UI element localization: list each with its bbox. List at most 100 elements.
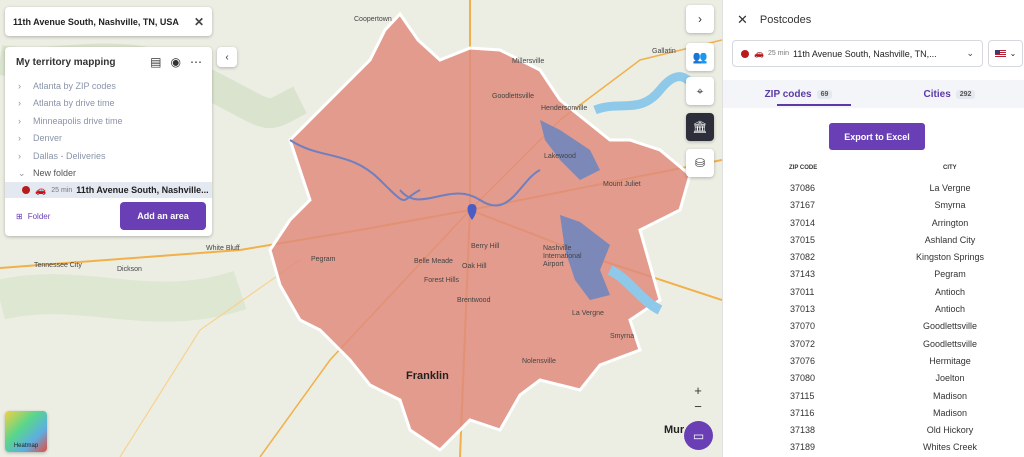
address-search-value: 11th Avenue South, Nashville, TN, USA [13, 16, 179, 27]
territory-item[interactable]: › Denver [5, 130, 212, 148]
chevron-right-icon: › [18, 98, 21, 109]
map-label-belle-meade: Belle Meade [414, 258, 453, 265]
table-row: 37143 Pegram [723, 269, 1024, 286]
zip-code-cell: 37015 [790, 234, 816, 245]
demographics-button[interactable]: 👥 [686, 43, 714, 71]
map-view-icon[interactable]: ▤ [150, 55, 161, 69]
zip-code-cell: 37070 [790, 321, 816, 332]
address-search-input[interactable]: 11th Avenue South, Nashville, TN, USA ✕ [5, 7, 212, 36]
table-row: 37138 Old Hickory [723, 425, 1024, 442]
city-cell: Goodlettsville [922, 338, 978, 349]
map-label-nashville-airport: Nashville International Airport [543, 245, 582, 268]
chevron-down-icon: ⌄ [966, 48, 974, 58]
zip-table: 37086 La Vergne 37167 Smyrna 37014 Arrington 3… [723, 183, 1024, 457]
camera-icon[interactable]: ◉ [171, 55, 181, 69]
add-area-button[interactable]: Add an area [120, 202, 206, 230]
heatmap-toggle[interactable]: Heatmap [5, 411, 47, 452]
zip-code-cell: 37011 [790, 286, 815, 297]
chevron-right-icon: › [18, 115, 21, 126]
chevron-left-icon: ‹ [225, 51, 229, 63]
zip-code-cell: 37138 [790, 425, 816, 436]
area-color-dot [741, 49, 749, 58]
table-row: 37014 Arrington [723, 218, 1024, 235]
map-label-franklin: Franklin [406, 370, 449, 382]
add-folder-button[interactable]: ⊞ Folder [16, 212, 50, 221]
country-selector[interactable]: ⌄ [988, 40, 1023, 67]
table-row: 37072 Goodlettsville [723, 339, 1024, 356]
zip-code-cell: 37014 [790, 217, 816, 228]
city-cell: Smyrna [934, 200, 966, 211]
zip-code-cell: 37082 [790, 252, 816, 263]
bank-icon: 🏛 [692, 120, 708, 134]
city-cell: Kingston Springs [915, 252, 985, 263]
export-excel-button[interactable]: Export to Excel [829, 123, 925, 150]
territory-item[interactable]: › Dallas - Deliveries [5, 147, 212, 165]
results-tabs: ZIP codes 69 Cities 292 [723, 80, 1024, 108]
close-panel-icon[interactable]: ✕ [737, 12, 748, 28]
map-pin-icon: ⌖ [696, 83, 704, 98]
map-label-berry-hill: Berry Hill [471, 243, 500, 250]
map-label-nolensville: Nolensville [522, 358, 556, 365]
zip-code-cell: 37143 [790, 269, 816, 280]
table-row: 37076 Hermitage [723, 356, 1024, 373]
area-name: 11th Avenue South, Nashville... [76, 185, 209, 195]
map-label-oak-hill: Oak Hill [462, 263, 487, 270]
count-badge: 292 [955, 89, 976, 99]
selector-address: 11th Avenue South, Nashville, TN,... [792, 48, 937, 59]
area-selector[interactable]: 🚗 25 min 11th Avenue South, Nashville, T… [732, 40, 983, 67]
chevron-right-icon: › [698, 12, 702, 26]
territory-item[interactable]: › Minneapolis drive time [5, 112, 212, 130]
table-row: 37116 Madison [723, 408, 1024, 425]
tab-cities[interactable]: Cities 292 [874, 80, 1024, 108]
city-cell: Madison [932, 390, 968, 401]
map-label-murfreesboro: Mur [664, 424, 685, 436]
chevron-right-icon: › [18, 150, 21, 161]
area-color-dot [22, 186, 30, 194]
map-label-la-vergne: La Vergne [572, 310, 604, 317]
zip-code-cell: 37013 [790, 304, 816, 315]
folder-item-new-folder[interactable]: ⌄ New folder [5, 165, 212, 183]
zip-code-cell: 37167 [790, 200, 816, 211]
location-button[interactable]: ⌖ [686, 77, 714, 105]
chevron-right-icon: › [18, 133, 21, 144]
table-row: 37086 La Vergne [723, 183, 1024, 200]
expand-panel-button[interactable]: › [686, 5, 714, 33]
map-label-pegram: Pegram [311, 256, 336, 263]
zip-code-cell: 37086 [790, 183, 816, 193]
zoom-out-button[interactable]: − [691, 399, 705, 415]
chat-button[interactable]: ▭ [684, 421, 713, 450]
postcodes-panel: ✕ Postcodes 🚗 25 min 11th Avenue South, … [722, 0, 1024, 457]
chevron-right-icon: › [18, 80, 21, 91]
map-label-forest-hills: Forest Hills [424, 277, 460, 284]
map-label-tennessee-city: Tennessee City [34, 262, 82, 269]
add-data-button[interactable]: ⛁ [686, 149, 714, 177]
panel-title: Postcodes [759, 14, 812, 26]
more-options-icon[interactable]: ⋯ [190, 55, 202, 69]
map-label-white-bluff: White Bluff [206, 245, 240, 252]
zip-code-cell: 37116 [790, 407, 815, 418]
table-row: 37015 Ashland City [723, 235, 1024, 252]
territory-item[interactable]: › Atlanta by drive time [5, 95, 212, 113]
territory-panel: My territory mapping ▤ ◉ ⋯ › Atlanta by Z… [5, 47, 212, 236]
zip-code-cell: 37189 [790, 442, 816, 453]
territory-item[interactable]: › Atlanta by ZIP codes [5, 77, 212, 95]
heatmap-label: Heatmap [13, 443, 39, 449]
zip-code-cell: 37076 [790, 355, 816, 366]
map-label-brentwood: Brentwood [457, 297, 491, 304]
table-row: 37080 Joelton [723, 373, 1024, 390]
people-icon: 👥 [692, 50, 708, 64]
city-cell: Madison [932, 407, 968, 418]
tab-zip-codes[interactable]: ZIP codes 69 [723, 80, 874, 108]
column-header-zip: ZIP CODE [789, 165, 818, 171]
map-label-smyrna: Smyrna [610, 333, 635, 340]
collapse-panel-button[interactable]: ‹ [217, 47, 237, 67]
drive-time: 25 min [51, 186, 73, 194]
city-cell: Joelton [935, 373, 965, 384]
zoom-in-button[interactable]: + [691, 383, 705, 399]
chevron-down-icon: ⌄ [18, 167, 26, 178]
table-row: 37013 Antioch [723, 304, 1024, 321]
clear-search-icon[interactable]: ✕ [194, 15, 204, 29]
institution-button[interactable]: 🏛 [686, 113, 714, 141]
map-label-goodlettsville: Goodlettsville [492, 93, 535, 100]
city-cell: Pegram [934, 269, 966, 280]
